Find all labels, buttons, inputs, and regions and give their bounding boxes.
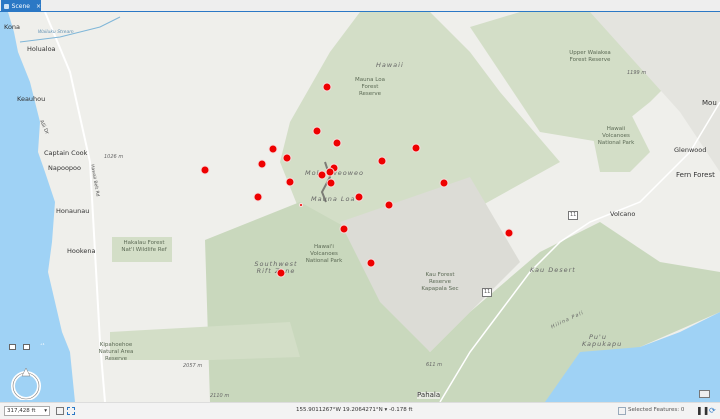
snapping-icon[interactable] [67, 407, 75, 415]
label-hookena: Hookena [67, 247, 96, 255]
label-kona: Kona [4, 23, 21, 31]
label-hakalau: Hakalau Forest Nat'l Wildlife Ref [121, 240, 167, 253]
feature-point[interactable] [411, 143, 421, 153]
tab-bar: Scene × [0, 0, 720, 12]
label-hvnp-2: Hawaii Volcanoes National Park [597, 126, 635, 146]
feature-point[interactable] [276, 268, 286, 278]
label-mauna-loa: Mauna Loa [311, 195, 356, 203]
label-fern-forest: Fern Forest [676, 171, 715, 179]
feature-point[interactable] [282, 153, 292, 163]
chevron-down-icon: ▾ [44, 408, 47, 414]
scale-value: 317,428 ft [7, 408, 36, 414]
feature-point[interactable] [366, 258, 376, 268]
grid-icon[interactable] [56, 407, 64, 415]
feature-point[interactable] [312, 126, 322, 136]
pause-icon[interactable]: ❚❚ [696, 407, 709, 415]
basemap-gallery-icon[interactable] [699, 390, 710, 398]
label-puu-kapukapu: Pu'u Kapukapu [582, 333, 623, 348]
highway-11-shield: 11 [568, 211, 579, 220]
label-elev-2057: 2057 m [183, 363, 203, 369]
label-hawaii: Hawaii [376, 61, 404, 69]
label-kau-desert: Kau Desert [530, 266, 576, 274]
scene-icon [4, 3, 9, 9]
label-mauna-loa-forest: Mauna Loa Forest Reserve [355, 77, 385, 97]
label-pahala: Pahala [417, 391, 441, 399]
feature-point[interactable] [257, 159, 267, 169]
feature-point[interactable] [200, 165, 210, 175]
feature-point[interactable] [299, 203, 303, 207]
label-kipahoehoe: Kipahoehoe Natural Area Reserve [98, 342, 134, 362]
label-napoopoo: Napoopoo [48, 164, 82, 172]
feature-point[interactable] [285, 177, 295, 187]
label-elev-1026: 1026 m [104, 154, 124, 160]
map-view[interactable]: Kona Wailuku Stream Holualoa Keauhou Ali… [0, 12, 720, 402]
compass-icon[interactable] [10, 364, 46, 400]
feature-point[interactable] [253, 192, 263, 202]
label-elev-611: 611 m [426, 362, 443, 368]
label-elev-1199: 1199 m [627, 70, 647, 76]
label-captain-cook: Captain Cook [44, 149, 88, 157]
feature-point[interactable] [354, 192, 364, 202]
label-keauhou: Keauhou [17, 95, 46, 103]
toggle-icon[interactable]: ⁺¹ [40, 343, 45, 349]
label-wailuku: Wailuku Stream [38, 30, 74, 35]
scale-dropdown[interactable]: 317,428 ft ▾ [4, 406, 50, 416]
label-glenwood: Glenwood [674, 146, 707, 154]
tab-scene[interactable]: Scene × [1, 0, 41, 12]
label-holualoa: Holualoa [27, 45, 56, 53]
feature-point[interactable] [377, 156, 387, 166]
label-mountain-view: Mou [702, 99, 717, 107]
feature-point[interactable] [384, 200, 394, 210]
selected-features[interactable]: Selected Features: 0 [628, 407, 684, 413]
label-volcano: Volcano [610, 210, 636, 218]
close-icon[interactable]: × [36, 3, 41, 10]
label-upper-waiakea: Upper Waiakea Forest Reserve [569, 50, 611, 63]
feature-point[interactable] [339, 224, 349, 234]
label-hvnp-1: Hawai'i Volcanoes National Park [305, 244, 343, 264]
coordinate-readout: 155.9011267°W 19.2064271°N ▾ -0.178 ft [296, 407, 413, 413]
label-elev-2110: 2110 m [210, 393, 230, 399]
refresh-icon[interactable]: ⟳ [709, 407, 717, 415]
collapse-icon[interactable] [9, 344, 16, 350]
selection-icon [618, 407, 626, 415]
elevation-value: -0.178 ft [389, 407, 413, 413]
feature-point[interactable] [325, 167, 335, 177]
label-honaunau: Honaunau [56, 207, 90, 215]
status-bar: 317,428 ft ▾ 155.9011267°W 19.2064271°N ▾… [0, 402, 720, 419]
feature-point[interactable] [332, 138, 342, 148]
label-kau-forest: Kau Forest Reserve Kapapala Sec [421, 272, 459, 292]
coords-value: 155.9011267°W 19.2064271°N [296, 407, 383, 413]
tab-label: Scene [11, 2, 30, 10]
feature-point[interactable] [439, 178, 449, 188]
feature-point[interactable] [322, 82, 332, 92]
full-extent-icon[interactable] [23, 344, 30, 350]
feature-point[interactable] [268, 144, 278, 154]
highway-11-shield-2: 11 [482, 288, 493, 297]
chevron-down-icon[interactable]: ▾ [385, 407, 388, 413]
feature-point[interactable] [504, 228, 514, 238]
feature-point[interactable] [326, 178, 336, 188]
